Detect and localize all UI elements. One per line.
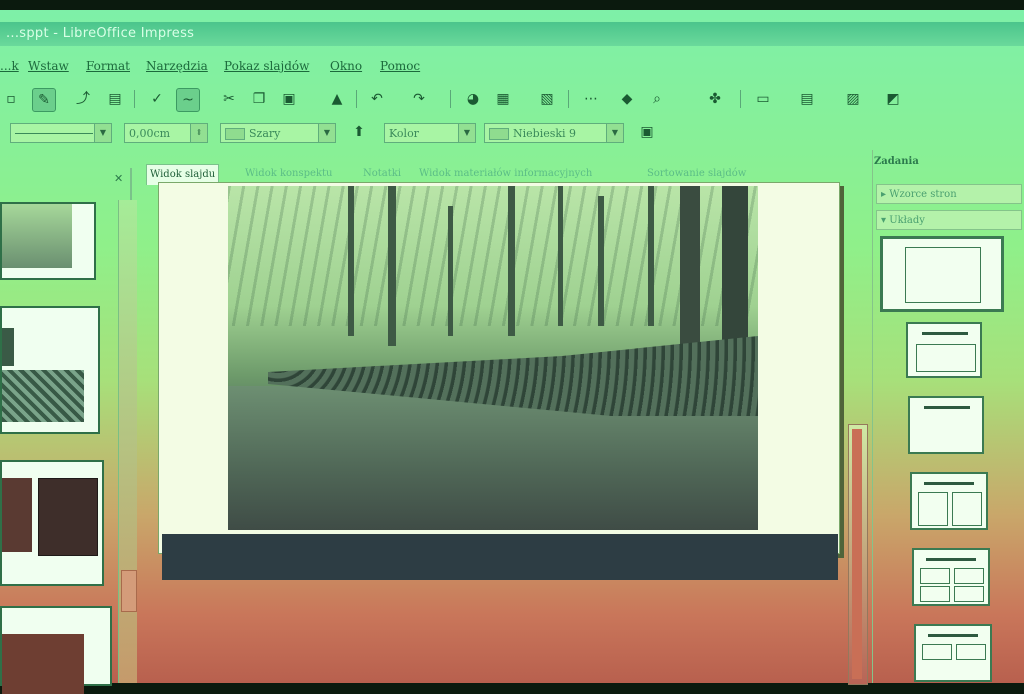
- doc-icon[interactable]: ▫: [0, 88, 22, 110]
- chevron-down-icon[interactable]: ▼: [458, 124, 475, 142]
- slideshow-icon[interactable]: ▭: [752, 88, 774, 110]
- tab-notes[interactable]: Notatki: [360, 164, 404, 184]
- slide-footer-bar: [162, 534, 838, 580]
- slide-pane-scrollbar[interactable]: [118, 200, 137, 683]
- window-title: ...sppt - LibreOffice Impress: [0, 22, 1024, 46]
- slide-scrollbar[interactable]: [848, 424, 868, 685]
- gallery-icon[interactable]: ✤: [704, 88, 726, 110]
- layout-blank[interactable]: [880, 236, 1004, 312]
- export-icon[interactable]: ⤴: [72, 88, 94, 110]
- slide-photo[interactable]: [228, 186, 758, 530]
- standard-toolbar: ▫ ✎ ⤴ ▤ ✓ ~ ✂ ❐ ▣ ▲ ↶ ↷ ◕ ▦ ▧ ⋯ ◆ ⌕ ✤ ▭ …: [0, 84, 1024, 114]
- layout-two-content[interactable]: [910, 472, 988, 530]
- line-width-field[interactable]: 0,00cm ⇕: [124, 123, 208, 143]
- format-paint-icon[interactable]: ▲: [326, 88, 348, 110]
- section-master-pages[interactable]: ▸ Wzorce stron: [876, 184, 1022, 204]
- slide-thumbnail[interactable]: [0, 460, 104, 586]
- menu-format[interactable]: Format: [86, 59, 130, 73]
- grid-icon[interactable]: ⋯: [580, 88, 602, 110]
- menu-slideshow[interactable]: Pokaz slajdów: [224, 59, 309, 73]
- tab-slide-sorter[interactable]: Sortowanie slajdów: [644, 164, 749, 184]
- menu-tools[interactable]: Narzędzia: [146, 59, 208, 73]
- slide-thumbnail[interactable]: [0, 606, 112, 694]
- section-layouts[interactable]: ▾ Układy: [876, 210, 1022, 230]
- menu-help[interactable]: Pomoc: [380, 59, 420, 73]
- fill-type-select[interactable]: Kolor ▼: [384, 123, 476, 143]
- menu-bar: ...k Wstaw Format Narzędzia Pokaz slajdó…: [0, 56, 1024, 78]
- menu-window[interactable]: Okno: [330, 59, 362, 73]
- layout-icon[interactable]: ▤: [796, 88, 818, 110]
- help-icon[interactable]: ◩: [882, 88, 904, 110]
- area-fill-icon[interactable]: ⬆: [348, 121, 370, 143]
- image-icon[interactable]: ▧: [536, 88, 558, 110]
- close-icon[interactable]: ✕: [114, 172, 123, 185]
- undo-icon[interactable]: ↶: [366, 88, 388, 110]
- zoom-icon[interactable]: ⌕: [646, 88, 668, 110]
- layout-title-only[interactable]: [908, 396, 984, 454]
- chevron-down-icon[interactable]: ▼: [606, 124, 623, 142]
- fill-color-select[interactable]: Niebieski 9 ▼: [484, 123, 624, 143]
- color-swatch: [225, 128, 245, 140]
- color-swatch: [489, 128, 509, 140]
- tab-handouts[interactable]: Widok materiałów informacyjnych: [416, 164, 595, 184]
- copy-icon[interactable]: ❐: [248, 88, 270, 110]
- spin-icon[interactable]: ⇕: [190, 124, 207, 142]
- paste-icon[interactable]: ▣: [278, 88, 300, 110]
- layout-title-four[interactable]: [912, 548, 990, 606]
- chart-icon[interactable]: ◕: [462, 88, 484, 110]
- tab-outline[interactable]: Widok konspektu: [242, 164, 335, 184]
- print-icon[interactable]: ▤: [104, 88, 126, 110]
- menu-insert[interactable]: Wstaw: [28, 59, 69, 73]
- shadow-icon[interactable]: ▣: [636, 121, 658, 143]
- pencil-icon[interactable]: ✎: [32, 88, 56, 112]
- tasks-pane-title: Zadania: [874, 156, 919, 167]
- layout-title-content[interactable]: [906, 322, 982, 378]
- redo-icon[interactable]: ↷: [408, 88, 430, 110]
- layout-title-six[interactable]: [914, 624, 992, 682]
- chevron-down-icon[interactable]: ▼: [94, 124, 111, 142]
- line-color-select[interactable]: Szary ▼: [220, 123, 336, 143]
- line-style-select[interactable]: ▼: [10, 123, 112, 143]
- slide-thumbnail[interactable]: [0, 306, 100, 434]
- template-icon[interactable]: ▨: [842, 88, 864, 110]
- line-fill-toolbar: ▼ 0,00cm ⇕ Szary ▼ ⬆ Kolor ▼ Niebieski 9…: [0, 120, 1024, 148]
- menu-edit[interactable]: ...k: [0, 59, 19, 73]
- autospell-icon[interactable]: ~: [176, 88, 200, 112]
- spellcheck-icon[interactable]: ✓: [146, 88, 168, 110]
- table-icon[interactable]: ▦: [492, 88, 514, 110]
- navigator-icon[interactable]: ◆: [616, 88, 638, 110]
- slide-thumbnail[interactable]: [0, 202, 96, 280]
- cut-icon[interactable]: ✂: [218, 88, 240, 110]
- chevron-down-icon[interactable]: ▼: [318, 124, 335, 142]
